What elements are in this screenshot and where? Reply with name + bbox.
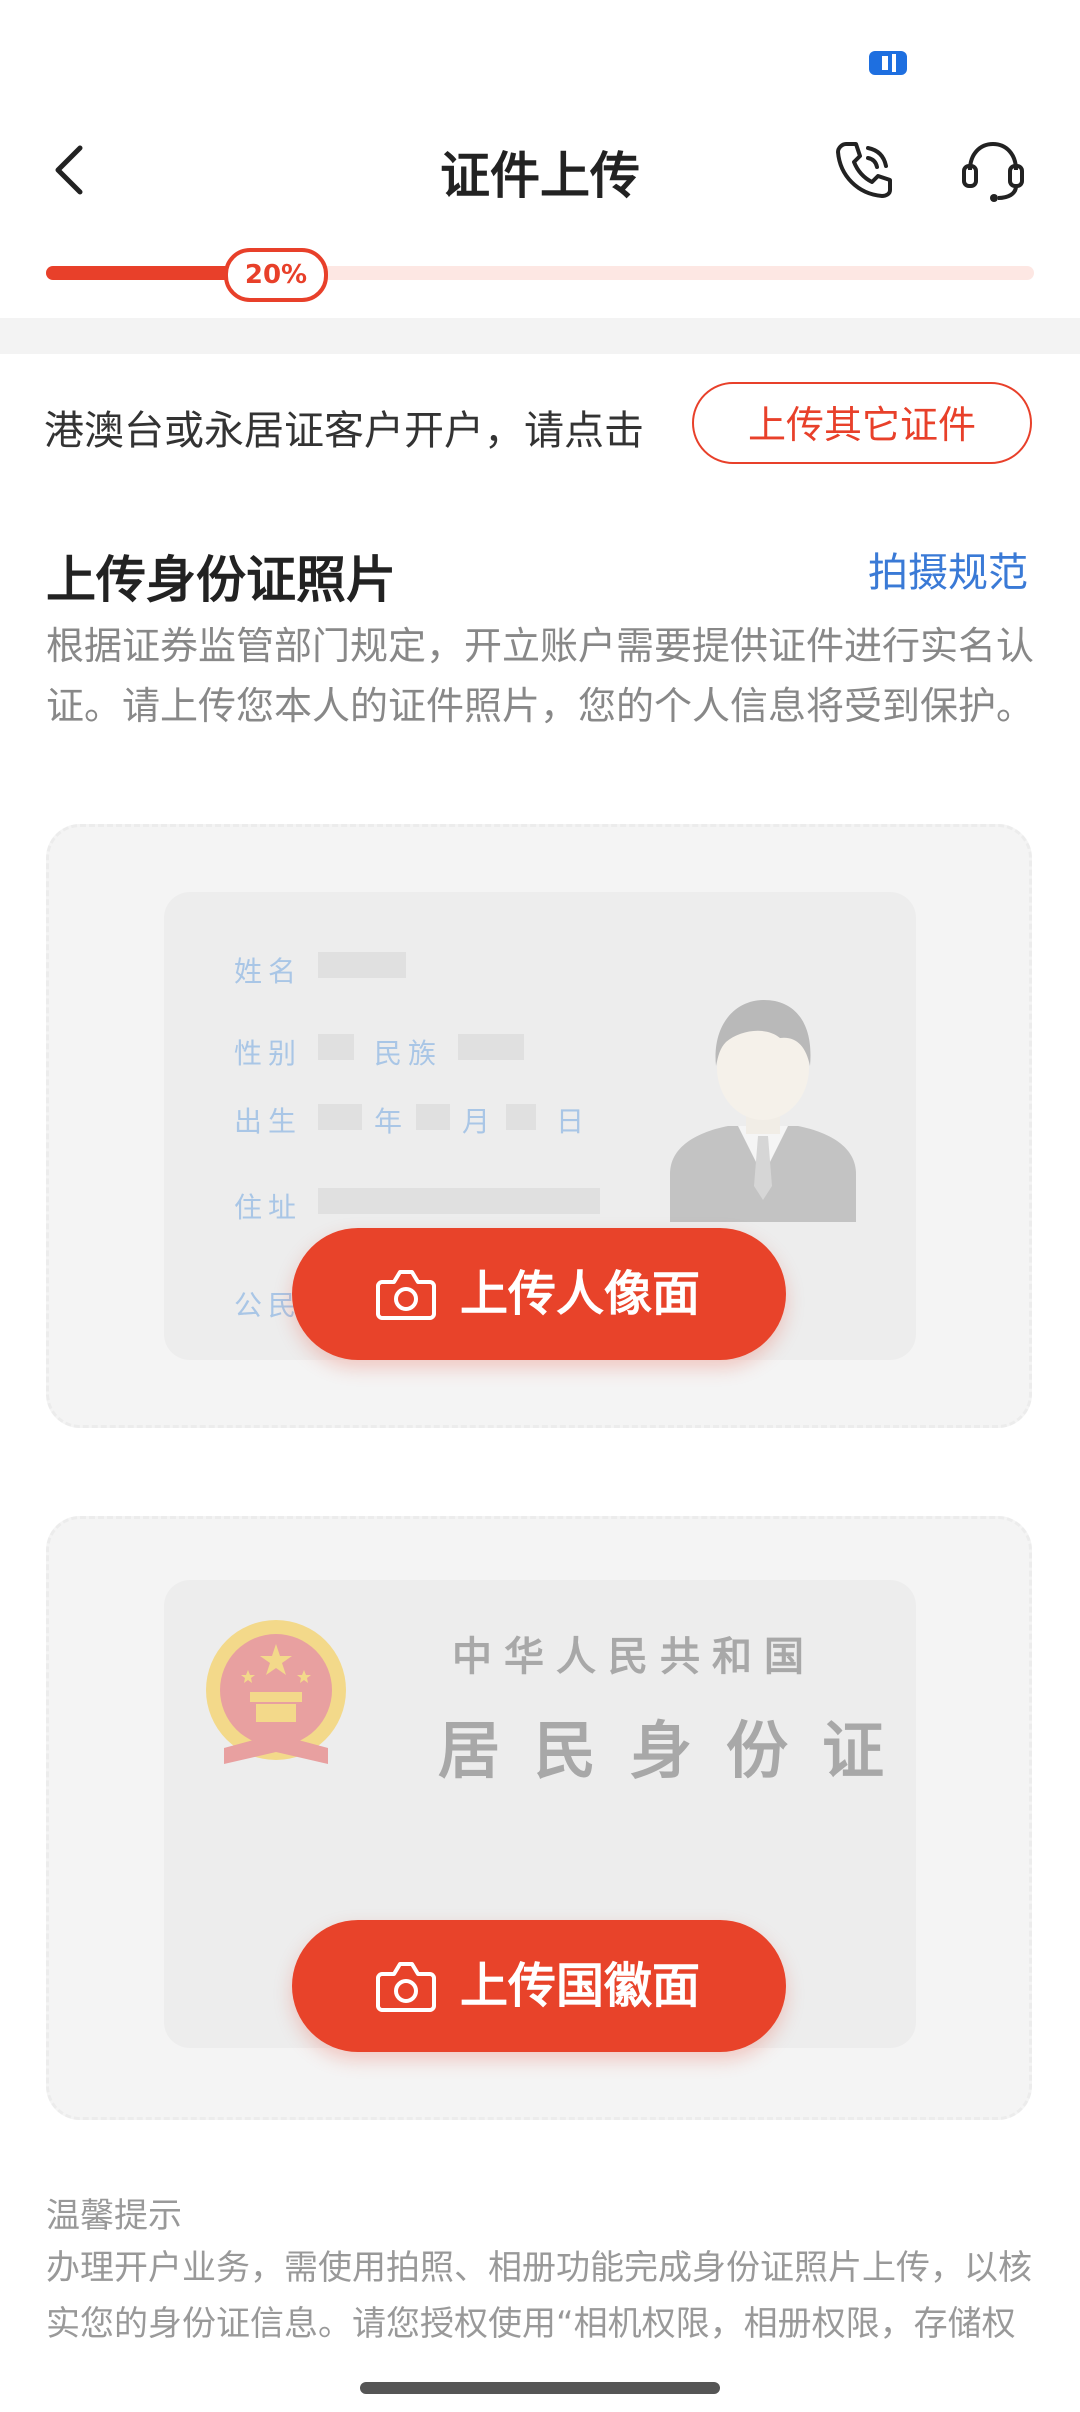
shooting-guide-link[interactable]: 拍摄规范: [868, 540, 1028, 598]
portrait-icon: [670, 1000, 856, 1222]
national-emblem-icon: [206, 1620, 346, 1764]
year-label: 年: [374, 1105, 409, 1138]
birth-year-placeholder: [318, 1104, 362, 1130]
upload-other-cert-button[interactable]: 上传其它证件: [692, 382, 1032, 464]
page-title: 证件上传: [440, 147, 640, 205]
ethnic-label: 民族: [374, 1037, 443, 1070]
name-label: 姓名: [234, 955, 303, 988]
gender-placeholder: [318, 1034, 354, 1060]
progress-label: 20%: [224, 248, 328, 302]
upload-portrait-side-label: 上传人像面: [460, 1266, 701, 1322]
camera-icon: [376, 1270, 436, 1320]
tips-text: 办理开户业务，需使用拍照、相册功能完成身份证照片上传，以核实您的身份证信息。请您…: [46, 2248, 1032, 2344]
upload-emblem-side-label: 上传国徽面: [460, 1958, 701, 2014]
birth-day-placeholder: [506, 1104, 536, 1130]
upload-emblem-side-button[interactable]: 上传国徽面: [292, 1920, 786, 2052]
home-indicator[interactable]: [360, 2382, 720, 2394]
birth-label: 出生: [234, 1105, 303, 1138]
status-indicator-icon: [869, 51, 907, 75]
birth-month-placeholder: [416, 1104, 450, 1130]
phone-icon[interactable]: [832, 138, 896, 202]
section-title: 上传身份证照片: [46, 551, 396, 609]
country-name: 中华人民共和国: [452, 1633, 816, 1680]
section-description: 根据证券监管部门规定，开立账户需要提供证件进行实名认证。请上传您本人的证件照片，…: [46, 624, 1035, 728]
headset-icon[interactable]: [960, 136, 1026, 204]
section-divider: [0, 318, 1080, 354]
ethnic-placeholder: [458, 1034, 524, 1060]
camera-icon: [376, 1962, 436, 2012]
id-card-name: 居民身份证: [438, 1714, 919, 1787]
name-placeholder: [318, 952, 406, 978]
address-placeholder: [318, 1188, 600, 1214]
month-label: 月: [462, 1105, 497, 1138]
address-label: 住址: [234, 1191, 303, 1224]
tips-title: 温馨提示: [46, 2196, 182, 2236]
upload-portrait-side-button[interactable]: 上传人像面: [292, 1228, 786, 1360]
day-label: 日: [556, 1105, 591, 1138]
other-cert-hint: 港澳台或永居证客户开户，请点击: [44, 408, 644, 454]
gender-label: 性别: [234, 1037, 303, 1070]
